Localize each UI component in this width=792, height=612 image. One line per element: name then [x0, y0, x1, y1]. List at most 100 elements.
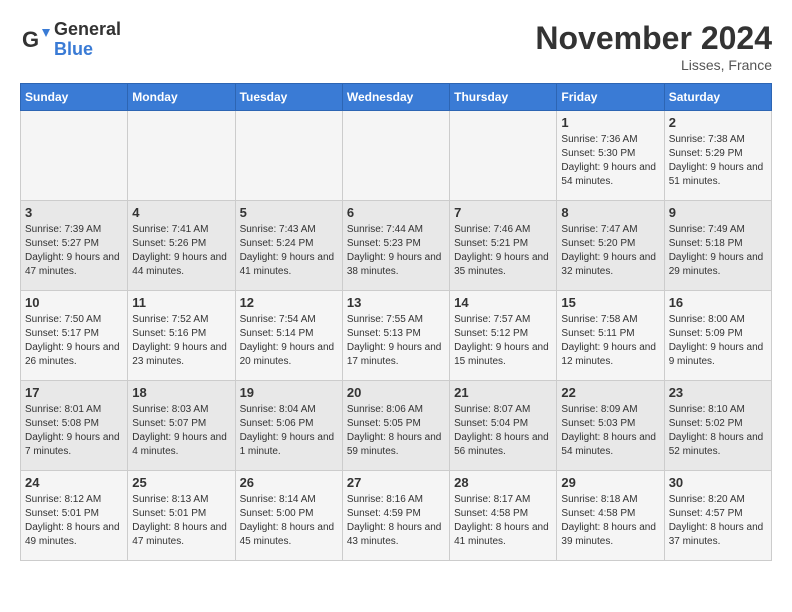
- day-info: Sunrise: 7:46 AM Sunset: 5:21 PM Dayligh…: [454, 223, 552, 279]
- calendar-cell: 25Sunrise: 8:13 AM Sunset: 5:01 PM Dayli…: [128, 471, 235, 561]
- logo-blue-text: Blue: [54, 40, 121, 60]
- day-number: 18: [132, 385, 230, 400]
- day-info: Sunrise: 8:09 AM Sunset: 5:03 PM Dayligh…: [561, 403, 659, 459]
- calendar-cell: 7Sunrise: 7:46 AM Sunset: 5:21 PM Daylig…: [450, 201, 557, 291]
- day-number: 13: [347, 295, 445, 310]
- day-info: Sunrise: 7:52 AM Sunset: 5:16 PM Dayligh…: [132, 313, 230, 369]
- day-number: 28: [454, 475, 552, 490]
- day-number: 3: [25, 205, 123, 220]
- page-header: G General Blue November 2024 Lisses, Fra…: [20, 20, 772, 73]
- day-number: 4: [132, 205, 230, 220]
- day-number: 8: [561, 205, 659, 220]
- day-number: 27: [347, 475, 445, 490]
- calendar-week-row: 10Sunrise: 7:50 AM Sunset: 5:17 PM Dayli…: [21, 291, 772, 381]
- title-section: November 2024 Lisses, France: [535, 20, 772, 73]
- day-number: 15: [561, 295, 659, 310]
- calendar-cell: 27 Sunrise: 8:16 AM Sunset: 4:59 PM Dayli…: [342, 471, 449, 561]
- day-info: Sunrise: 8:01 AM Sunset: 5:08 PM Dayligh…: [25, 403, 123, 459]
- day-number: 10: [25, 295, 123, 310]
- day-of-week-header: Tuesday: [235, 84, 342, 111]
- calendar-cell: 2 Sunrise: 7:38 AM Sunset: 5:29 PM Daylig…: [664, 111, 771, 201]
- calendar-cell: 10Sunrise: 7:50 AM Sunset: 5:17 PM Dayli…: [21, 291, 128, 381]
- day-info: Sunrise: 7:36 AM Sunset: 5:30 PM Dayligh…: [561, 133, 659, 189]
- day-info: Sunrise: 7:49 AM Sunset: 5:18 PM Dayligh…: [669, 223, 767, 279]
- day-info: Sunrise: 7:57 AM Sunset: 5:12 PM Dayligh…: [454, 313, 552, 369]
- day-number: 6: [347, 205, 445, 220]
- day-number: 29: [561, 475, 659, 490]
- logo-general-text: General: [54, 20, 121, 40]
- calendar-cell: 24 Sunrise: 8:12 AM Sunset: 5:01 PM Dayli…: [21, 471, 128, 561]
- calendar-cell: 11 Sunrise: 7:52 AM Sunset: 5:16 PM Dayli…: [128, 291, 235, 381]
- day-number: 9: [669, 205, 767, 220]
- day-info: Sunrise: 8:00 AM Sunset: 5:09 PM Dayligh…: [669, 313, 767, 369]
- calendar-cell: 22 Sunrise: 8:09 AM Sunset: 5:03 PM Dayli…: [557, 381, 664, 471]
- day-info: Sunrise: 8:17 AM Sunset: 4:58 PM Dayligh…: [454, 493, 552, 549]
- day-info: Sunrise: 8:06 AM Sunset: 5:05 PM Dayligh…: [347, 403, 445, 459]
- calendar-cell: [342, 111, 449, 201]
- day-of-week-header: Monday: [128, 84, 235, 111]
- calendar-cell: 19 Sunrise: 8:04 AM Sunset: 5:06 PM Dayli…: [235, 381, 342, 471]
- day-info: Sunrise: 7:41 AM Sunset: 5:26 PM Dayligh…: [132, 223, 230, 279]
- logo: G General Blue: [20, 20, 121, 60]
- calendar-cell: [450, 111, 557, 201]
- day-info: Sunrise: 8:04 AM Sunset: 5:06 PM Dayligh…: [240, 403, 338, 459]
- day-info: Sunrise: 7:44 AM Sunset: 5:23 PM Dayligh…: [347, 223, 445, 279]
- day-of-week-header: Wednesday: [342, 84, 449, 111]
- day-number: 5: [240, 205, 338, 220]
- day-info: Sunrise: 8:12 AM Sunset: 5:01 PM Dayligh…: [25, 493, 123, 549]
- day-info: Sunrise: 8:14 AM Sunset: 5:00 PM Dayligh…: [240, 493, 338, 549]
- calendar-cell: 15 Sunrise: 7:58 AM Sunset: 5:11 PM Dayli…: [557, 291, 664, 381]
- calendar-cell: 18Sunrise: 8:03 AM Sunset: 5:07 PM Dayli…: [128, 381, 235, 471]
- day-number: 21: [454, 385, 552, 400]
- day-info: Sunrise: 8:07 AM Sunset: 5:04 PM Dayligh…: [454, 403, 552, 459]
- day-info: Sunrise: 8:18 AM Sunset: 4:58 PM Dayligh…: [561, 493, 659, 549]
- day-of-week-header: Sunday: [21, 84, 128, 111]
- day-number: 22: [561, 385, 659, 400]
- day-info: Sunrise: 8:16 AM Sunset: 4:59 PM Dayligh…: [347, 493, 445, 549]
- day-number: 25: [132, 475, 230, 490]
- calendar-cell: 16 Sunrise: 8:00 AM Sunset: 5:09 PM Dayli…: [664, 291, 771, 381]
- calendar-table: SundayMondayTuesdayWednesdayThursdayFrid…: [20, 83, 772, 561]
- calendar-cell: 5 Sunrise: 7:43 AM Sunset: 5:24 PM Daylig…: [235, 201, 342, 291]
- calendar-cell: 12 Sunrise: 7:54 AM Sunset: 5:14 PM Dayli…: [235, 291, 342, 381]
- calendar-cell: 4 Sunrise: 7:41 AM Sunset: 5:26 PM Daylig…: [128, 201, 235, 291]
- calendar-week-row: 24 Sunrise: 8:12 AM Sunset: 5:01 PM Dayli…: [21, 471, 772, 561]
- day-number: 11: [132, 295, 230, 310]
- calendar-cell: [21, 111, 128, 201]
- calendar-cell: 21 Sunrise: 8:07 AM Sunset: 5:04 PM Dayli…: [450, 381, 557, 471]
- calendar-cell: [235, 111, 342, 201]
- calendar-cell: 13 Sunrise: 7:55 AM Sunset: 5:13 PM Dayli…: [342, 291, 449, 381]
- day-info: Sunrise: 7:54 AM Sunset: 5:14 PM Dayligh…: [240, 313, 338, 369]
- day-number: 12: [240, 295, 338, 310]
- logo-icon: G: [20, 25, 50, 55]
- day-number: 20: [347, 385, 445, 400]
- day-number: 23: [669, 385, 767, 400]
- day-number: 30: [669, 475, 767, 490]
- calendar-cell: 23 Sunrise: 8:10 AM Sunset: 5:02 PM Dayli…: [664, 381, 771, 471]
- day-number: 24: [25, 475, 123, 490]
- calendar-cell: 1 Sunrise: 7:36 AM Sunset: 5:30 PM Daylig…: [557, 111, 664, 201]
- calendar-cell: 26Sunrise: 8:14 AM Sunset: 5:00 PM Dayli…: [235, 471, 342, 561]
- day-info: Sunrise: 7:38 AM Sunset: 5:29 PM Dayligh…: [669, 133, 767, 189]
- calendar-cell: 14 Sunrise: 7:57 AM Sunset: 5:12 PM Dayli…: [450, 291, 557, 381]
- svg-text:G: G: [22, 27, 39, 52]
- calendar-week-row: 1 Sunrise: 7:36 AM Sunset: 5:30 PM Daylig…: [21, 111, 772, 201]
- day-of-week-header: Thursday: [450, 84, 557, 111]
- day-info: Sunrise: 7:43 AM Sunset: 5:24 PM Dayligh…: [240, 223, 338, 279]
- calendar-week-row: 3Sunrise: 7:39 AM Sunset: 5:27 PM Daylig…: [21, 201, 772, 291]
- day-info: Sunrise: 8:10 AM Sunset: 5:02 PM Dayligh…: [669, 403, 767, 459]
- day-number: 19: [240, 385, 338, 400]
- calendar-cell: 29 Sunrise: 8:18 AM Sunset: 4:58 PM Dayli…: [557, 471, 664, 561]
- day-number: 1: [561, 115, 659, 130]
- calendar-cell: 28 Sunrise: 8:17 AM Sunset: 4:58 PM Dayli…: [450, 471, 557, 561]
- calendar-cell: 9 Sunrise: 7:49 AM Sunset: 5:18 PM Daylig…: [664, 201, 771, 291]
- day-info: Sunrise: 7:47 AM Sunset: 5:20 PM Dayligh…: [561, 223, 659, 279]
- day-number: 2: [669, 115, 767, 130]
- day-number: 17: [25, 385, 123, 400]
- calendar-cell: 8 Sunrise: 7:47 AM Sunset: 5:20 PM Daylig…: [557, 201, 664, 291]
- day-number: 14: [454, 295, 552, 310]
- month-title: November 2024: [535, 20, 772, 57]
- day-number: 16: [669, 295, 767, 310]
- day-info: Sunrise: 7:58 AM Sunset: 5:11 PM Dayligh…: [561, 313, 659, 369]
- day-info: Sunrise: 7:55 AM Sunset: 5:13 PM Dayligh…: [347, 313, 445, 369]
